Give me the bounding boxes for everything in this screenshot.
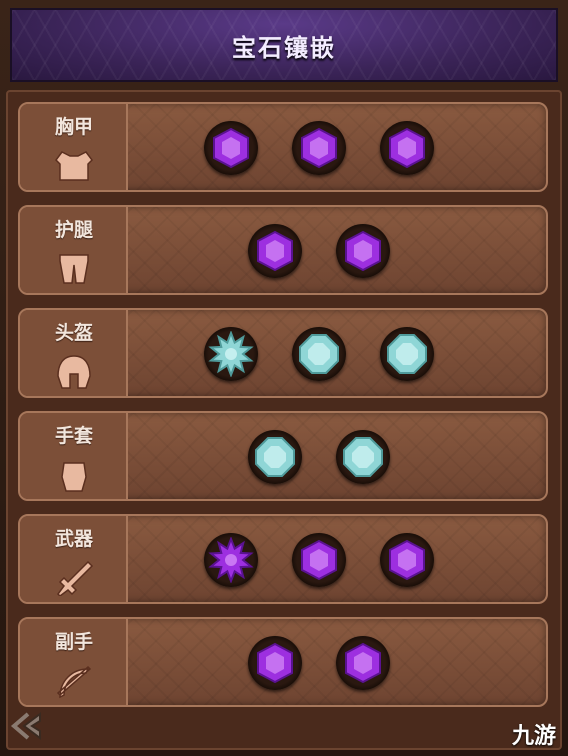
equipment-slot-row[interactable]: 护腿: [18, 205, 548, 295]
purple-hex-gem[interactable]: [292, 533, 346, 587]
teal-star-gem[interactable]: [204, 327, 258, 381]
purple-hex-gem-icon: [301, 127, 337, 169]
equipment-slot-row[interactable]: 手套: [18, 411, 548, 501]
slot-label-column: 手套: [20, 413, 128, 499]
purple-hex-gem[interactable]: [380, 533, 434, 587]
purple-hex-gem[interactable]: [204, 121, 258, 175]
helmet-icon: [57, 355, 91, 389]
teal-star-gem-icon: [208, 331, 254, 377]
purple-hex-gem[interactable]: [336, 636, 390, 690]
equipment-slot-row[interactable]: 副手: [18, 617, 548, 707]
gem-socket-group: [128, 413, 546, 499]
gem-socket-group: [128, 104, 546, 190]
purple-hex-gem-icon: [345, 642, 381, 684]
leg-armor-icon: [59, 254, 89, 284]
slot-name: 手套: [54, 425, 93, 447]
gem-socket-group: [128, 310, 546, 396]
purple-hex-gem-icon: [301, 539, 337, 581]
purple-hex-gem-icon: [345, 230, 381, 272]
gem-socket-group: [128, 207, 546, 293]
purple-hex-gem[interactable]: [248, 636, 302, 690]
slot-label-column: 武器: [20, 516, 128, 602]
weapon-icon: [57, 560, 94, 596]
purple-star-gem-icon: [208, 537, 254, 583]
offhand-bow-icon: [56, 665, 92, 699]
equipment-slot-row[interactable]: 武器: [18, 514, 548, 604]
page-title: 宝石镶嵌: [232, 33, 336, 62]
teal-octagon-gem-icon: [255, 437, 295, 477]
purple-hex-gem[interactable]: [380, 121, 434, 175]
purple-star-gem[interactable]: [204, 533, 258, 587]
gem-socket-group: [128, 516, 546, 602]
slot-name: 副手: [54, 631, 93, 653]
chest-armor-icon: [55, 151, 93, 181]
slot-label-column: 头盔: [20, 310, 128, 396]
teal-octagon-gem[interactable]: [336, 430, 390, 484]
purple-hex-gem-icon: [389, 539, 425, 581]
slot-name: 头盔: [54, 322, 93, 344]
purple-hex-gem-icon: [257, 230, 293, 272]
glove-icon: [61, 462, 87, 492]
slot-name: 胸甲: [54, 116, 93, 138]
purple-hex-gem-icon: [257, 642, 293, 684]
back-arrow-icon[interactable]: [10, 706, 50, 746]
teal-octagon-gem-icon: [343, 437, 383, 477]
purple-hex-gem-icon: [213, 127, 249, 169]
title-bar: 宝石镶嵌: [10, 8, 558, 82]
equipment-slot-row[interactable]: 头盔: [18, 308, 548, 398]
equipment-slot-row[interactable]: 胸甲: [18, 102, 548, 192]
slot-name: 武器: [54, 528, 93, 550]
game-screen: 宝石镶嵌 胸甲护腿头盔手套武器副手 九游: [0, 0, 568, 756]
site-logo: 九游: [511, 724, 556, 749]
slot-label-column: 护腿: [20, 207, 128, 293]
purple-hex-gem[interactable]: [248, 224, 302, 278]
slot-label-column: 副手: [20, 619, 128, 705]
teal-octagon-gem-icon: [387, 334, 427, 374]
slot-name: 护腿: [54, 219, 93, 241]
purple-hex-gem-icon: [389, 127, 425, 169]
purple-hex-gem[interactable]: [336, 224, 390, 278]
purple-hex-gem[interactable]: [292, 121, 346, 175]
teal-octagon-gem[interactable]: [292, 327, 346, 381]
teal-octagon-gem[interactable]: [248, 430, 302, 484]
slot-label-column: 胸甲: [20, 104, 128, 190]
teal-octagon-gem-icon: [299, 334, 339, 374]
teal-octagon-gem[interactable]: [380, 327, 434, 381]
gem-socket-group: [128, 619, 546, 705]
